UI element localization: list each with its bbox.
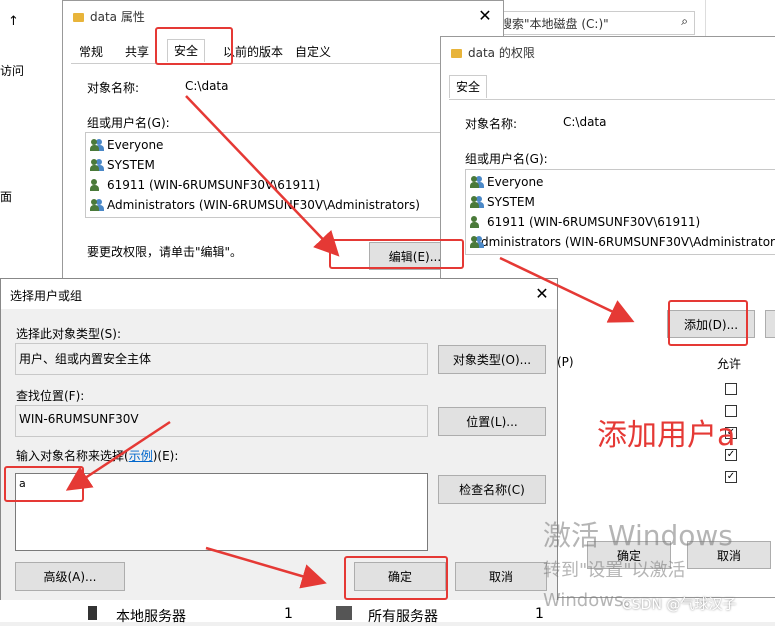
activation-watermark-line1: 激活 Windows <box>543 519 733 552</box>
csdn-credit: CSDN @气球汉子 <box>622 597 737 613</box>
arrow-tab-to-edit <box>185 95 340 257</box>
annotation-text: 添加用户a <box>597 418 736 453</box>
arrow-to-ok <box>205 546 327 589</box>
arrow-to-name-input <box>65 420 171 491</box>
activation-watermark-line2: 转到"设置"以激活 <box>543 560 686 581</box>
arrow-edit-to-add <box>499 256 635 323</box>
